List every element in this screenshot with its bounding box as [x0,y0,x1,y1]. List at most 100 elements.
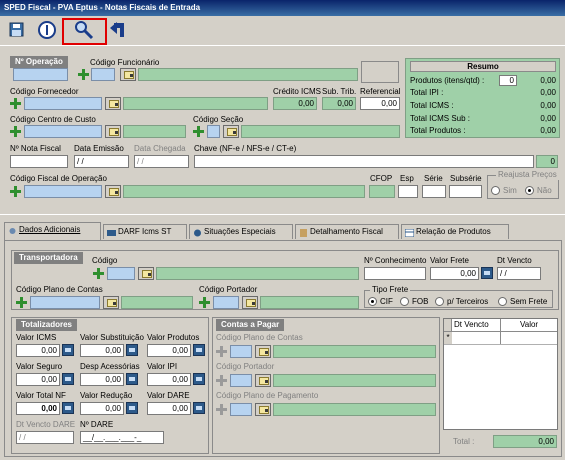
n-dare-label: Nº DARE [80,420,114,429]
frete-cif-radio[interactable] [368,297,377,306]
add-cp-plano-pagamento-icon[interactable] [216,404,227,415]
calculator-icon[interactable] [62,373,74,385]
dt-vencto-dare-input[interactable]: / / [16,431,74,444]
codigo-funcionario-input[interactable] [91,68,115,81]
frete-sem-radio[interactable] [498,297,507,306]
subserie-input[interactable] [449,185,482,198]
calculator-icon[interactable] [193,344,205,356]
tab-label: Relação de Produtos [416,227,491,236]
valor-reducao-label: Valor Redução [80,391,133,400]
codigo-fornecedor-input[interactable] [24,97,102,110]
tab-label: Dados Adicionais [19,225,81,234]
lookup-cfop-icon[interactable] [105,185,121,198]
calculator-icon[interactable] [62,402,74,414]
codigo-centro-custo-input[interactable] [24,125,102,138]
cp-plano-contas-label: Código Plano de Contas [216,333,303,342]
add-transp-plano-contas-icon[interactable] [16,297,27,308]
add-transportadora-icon[interactable] [93,268,104,279]
codigo-cfop-input[interactable] [24,185,102,198]
tab-dados-adicionais[interactable]: Dados Adicionais [4,222,101,240]
valor-frete-input[interactable]: 0,00 [430,267,479,280]
valor-reducao-input[interactable]: 0,00 [80,402,124,415]
calculator-icon[interactable] [193,402,205,414]
calculator-icon[interactable] [126,373,138,385]
calculator-icon[interactable] [126,344,138,356]
frete-fob-radio[interactable] [400,297,409,306]
add-centro-custo-icon[interactable] [10,126,21,137]
calculator-icon[interactable] [193,373,205,385]
lookup-cp-portador-icon[interactable] [255,374,271,387]
add-cp-plano-contas-icon[interactable] [216,346,227,357]
transp-portador-input[interactable] [213,296,239,309]
tab-darf-icms-st[interactable]: DARF Icms ST [103,224,187,239]
desp-acessorias-input[interactable]: 0,00 [80,373,124,386]
reajusta-nao-radio[interactable] [525,186,534,195]
cp-portador-name [273,374,436,387]
n-conhecimento-input[interactable] [364,267,426,280]
add-cfop-icon[interactable] [10,186,21,197]
valor-produtos-input[interactable]: 0,00 [147,344,191,357]
chave-label: Chave (NF-e / NFS-e / CT-e) [194,144,297,153]
tipo-frete-label: Tipo Frete [370,285,411,295]
lookup-centro-custo-icon[interactable] [105,125,121,138]
back-icon[interactable] [108,19,130,41]
lookup-cp-plano-contas-icon[interactable] [255,345,271,358]
transp-plano-contas-input[interactable] [30,296,100,309]
codigo-secao-input[interactable] [207,125,220,138]
lookup-secao-icon[interactable] [223,125,239,138]
valor-substituicao-input[interactable]: 0,00 [80,344,124,357]
transportadora-codigo-input[interactable] [107,267,135,280]
cp-plano-pagamento-input[interactable] [230,403,252,416]
add-fornecedor-icon[interactable] [10,98,21,109]
toolbar [0,16,565,46]
search-icon[interactable] [73,19,95,41]
save-icon[interactable] [6,19,28,41]
reajusta-nao-label: Não [537,186,552,195]
lookup-funcionario-icon[interactable] [120,68,136,81]
funcionario-name-field [138,68,358,81]
valor-icms-input[interactable]: 0,00 [16,344,60,357]
add-funcionario-icon[interactable] [78,69,89,80]
frete-terceiros-radio[interactable] [435,297,444,306]
n-dare-input[interactable]: __/__.___.___-_ [80,431,164,444]
valor-produtos-label: Valor Produtos [147,333,200,342]
esp-input[interactable] [398,185,418,198]
calculator-icon[interactable] [62,344,74,356]
n-operacao-input[interactable] [13,68,68,81]
valor-seguro-input[interactable]: 0,00 [16,373,60,386]
dt-vencto-frete-input[interactable]: / / [497,267,541,280]
calculator-icon[interactable] [481,267,493,279]
info-icon[interactable] [36,19,58,41]
data-emissao-input[interactable]: / / [74,155,129,168]
add-secao-icon[interactable] [193,126,204,137]
cp-plano-contas-name [273,345,436,358]
data-chegada-input[interactable]: / / [134,155,189,168]
reajusta-sim-label: Sim [503,186,517,195]
calculator-icon[interactable] [126,402,138,414]
reajusta-sim-radio[interactable] [491,186,500,195]
cp-plano-contas-input[interactable] [230,345,252,358]
divider [0,214,565,215]
tab-relacao-produtos[interactable]: Relação de Produtos [401,224,509,239]
add-cp-portador-icon[interactable] [216,375,227,386]
add-transp-portador-icon[interactable] [199,297,210,308]
lookup-transportadora-icon[interactable] [138,267,154,280]
serie-input[interactable] [422,185,446,198]
valor-ipi-input[interactable]: 0,00 [147,373,191,386]
referencial-input[interactable]: 0,00 [360,97,400,110]
lookup-transp-plano-contas-icon[interactable] [103,296,119,309]
valor-total-nf-input[interactable]: 0,00 [16,402,60,415]
lookup-cp-plano-pagamento-icon[interactable] [255,403,271,416]
tab-situacoes-especiais[interactable]: Situações Especiais [189,224,293,239]
chave-input[interactable] [194,155,534,168]
cp-plano-pagamento-label: Código Plano de Pagamento [216,391,319,400]
valor-dare-input[interactable]: 0,00 [147,402,191,415]
tab-detalhamento-fiscal[interactable]: Detalhamento Fiscal [295,224,399,239]
codigo-fiscal-operacao-label: Código Fiscal de Operação [10,174,107,183]
grid-header-line [444,331,557,332]
lookup-fornecedor-icon[interactable] [105,97,121,110]
cp-portador-input[interactable] [230,374,252,387]
n-nota-fiscal-input[interactable] [10,155,68,168]
lookup-transp-portador-icon[interactable] [242,296,258,309]
n-nota-fiscal-label: Nº Nota Fiscal [10,144,61,153]
